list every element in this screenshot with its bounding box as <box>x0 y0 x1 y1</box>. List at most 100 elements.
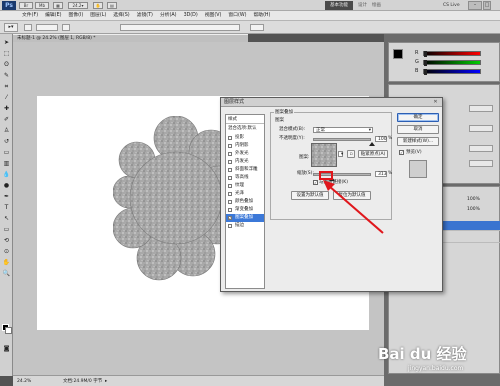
align-buttons-group[interactable] <box>120 24 240 31</box>
style-item-checkbox[interactable] <box>228 168 232 172</box>
dodge-tool-icon[interactable]: ● <box>2 181 11 190</box>
panel-button-1[interactable] <box>469 105 493 112</box>
snap-to-origin-button[interactable]: 贴紧原点(A) <box>358 150 388 158</box>
blend-mode-select[interactable]: 正常 ▾ <box>313 127 373 133</box>
blur-tool-icon[interactable]: 💧 <box>2 170 11 179</box>
move-tool-icon[interactable]: ➤ <box>2 38 11 47</box>
dialog-close-button[interactable]: ✕ <box>431 99 440 106</box>
opacity-slider-handle[interactable] <box>369 142 375 146</box>
zoom-tool-icon[interactable]: 🔍 <box>2 269 11 278</box>
clone-stamp-tool-icon[interactable]: ♙ <box>2 126 11 135</box>
status-arrow-icon[interactable]: ▸ <box>105 376 107 386</box>
menu-window[interactable]: 窗口(W) <box>226 11 248 20</box>
scale-input[interactable]: 313 <box>375 171 387 177</box>
style-item[interactable]: ✓ 图案叠加 <box>226 214 264 222</box>
style-item[interactable]: 内发光 <box>226 158 264 166</box>
gradient-tool-icon[interactable]: ▥ <box>2 159 11 168</box>
document-tab[interactable]: 未标题-1 @ 24.2% (图层 1, RGB/8) * <box>13 34 248 42</box>
pattern-swatch[interactable] <box>311 143 337 167</box>
blue-slider[interactable] <box>423 69 481 75</box>
marquee-tool-icon[interactable]: ⬚ <box>2 49 11 58</box>
style-item[interactable]: 投影 <box>226 134 264 142</box>
minimize-button[interactable]: – <box>468 1 482 10</box>
workspace-essentials-button[interactable]: 基本功能 <box>325 1 353 10</box>
style-item[interactable]: 斜面和浮雕 <box>226 166 264 174</box>
style-item[interactable]: 内阴影 <box>226 142 264 150</box>
auto-select-dropdown[interactable] <box>36 24 58 31</box>
menu-layer[interactable]: 图层(L) <box>88 11 108 20</box>
style-item-checkbox[interactable] <box>228 224 232 228</box>
eyedropper-tool-icon[interactable]: ⁄ <box>2 93 11 102</box>
pattern-picker-arrow[interactable]: ▾ <box>338 151 343 157</box>
menu-edit[interactable]: 编辑(E) <box>43 11 63 20</box>
style-item-checkbox[interactable] <box>228 160 232 164</box>
style-item-checkbox[interactable] <box>228 200 232 204</box>
preview-checkbox[interactable]: ✓ <box>399 150 404 155</box>
3d-camera-tool-icon[interactable]: ⊙ <box>2 247 11 256</box>
workspace-painting[interactable]: 绘画 <box>372 1 381 10</box>
style-item-checkbox[interactable]: ✓ <box>228 216 232 220</box>
lasso-tool-icon[interactable]: ʘ <box>2 60 11 69</box>
style-item[interactable]: 外发光 <box>226 150 264 158</box>
zoom-level-dropdown[interactable]: 24.2▾ <box>68 2 88 9</box>
hand-tool-icon-2[interactable]: ✋ <box>2 258 11 267</box>
style-item-checkbox[interactable] <box>228 152 232 156</box>
red-slider[interactable] <box>423 51 481 57</box>
menu-view[interactable]: 视图(V) <box>203 11 224 20</box>
move-tool-preset[interactable]: ▸▾ <box>4 23 18 32</box>
menu-filter[interactable]: 滤镜(T) <box>135 11 155 20</box>
cancel-button[interactable]: 取消 <box>397 125 439 134</box>
style-item[interactable]: 光泽 <box>226 190 264 198</box>
style-item[interactable]: 纹理 <box>226 182 264 190</box>
styles-list-header[interactable]: 样式 <box>226 115 264 124</box>
style-item-checkbox[interactable] <box>228 192 232 196</box>
crop-tool-icon[interactable]: ⌗ <box>2 82 11 91</box>
type-tool-icon[interactable]: T <box>2 203 11 212</box>
shape-tool-icon[interactable]: ▭ <box>2 225 11 234</box>
layer-opacity-value[interactable]: 100% <box>467 197 480 202</box>
blend-options-item[interactable]: 混合选项:默认 <box>226 125 264 133</box>
transform-controls-checkbox[interactable] <box>62 24 70 31</box>
pen-tool-icon[interactable]: ✒ <box>2 192 11 201</box>
opacity-slider[interactable] <box>313 138 375 146</box>
new-preset-icon[interactable]: ▫ <box>347 150 355 158</box>
style-item-checkbox[interactable] <box>228 184 232 188</box>
panel-button-3[interactable] <box>469 145 493 152</box>
color-panel-foreground[interactable] <box>393 49 403 59</box>
menu-file[interactable]: 文件(F) <box>20 11 40 20</box>
guides-icon[interactable]: ▦ <box>53 2 63 9</box>
3d-rotate-tool-icon[interactable]: ⟲ <box>2 236 11 245</box>
style-item[interactable]: 描边 <box>226 222 264 230</box>
arrange-documents-icon[interactable]: ▤ <box>107 2 117 9</box>
maximize-button[interactable]: □ <box>483 1 491 10</box>
bridge-icon[interactable]: Br <box>19 2 33 9</box>
path-selection-tool-icon[interactable]: ↖ <box>2 214 11 223</box>
brush-tool-icon[interactable]: ✐ <box>2 115 11 124</box>
style-item-checkbox[interactable] <box>228 176 232 180</box>
3d-mode-button[interactable] <box>250 24 264 31</box>
menu-3d[interactable]: 3D(D) <box>182 11 200 20</box>
zoom-readout[interactable]: 24.2% <box>17 376 31 386</box>
panel-button-2[interactable] <box>469 125 493 132</box>
style-item-checkbox[interactable] <box>228 144 232 148</box>
menu-analysis[interactable]: 分析(A) <box>158 11 179 20</box>
style-item-checkbox[interactable] <box>228 208 232 212</box>
link-with-layer-checkbox[interactable]: ✓ <box>313 180 318 185</box>
cs-live-button[interactable]: CS Live <box>443 1 460 10</box>
menu-help[interactable]: 帮助(H) <box>251 11 272 20</box>
workspace-design[interactable]: 设计 <box>358 1 367 10</box>
new-style-button[interactable]: 新建样式(W)... <box>397 137 439 146</box>
quick-select-tool-icon[interactable]: ✎ <box>2 71 11 80</box>
menu-select[interactable]: 选择(S) <box>111 11 131 20</box>
eraser-tool-icon[interactable]: ▭ <box>2 148 11 157</box>
background-color-swatch[interactable] <box>5 327 12 334</box>
layer-fill-value[interactable]: 100% <box>467 207 480 212</box>
style-item[interactable]: 渐变叠加 <box>226 206 264 214</box>
panel-button-4[interactable] <box>469 160 493 167</box>
healing-brush-tool-icon[interactable]: ✚ <box>2 104 11 113</box>
quick-mask-icon[interactable]: ◙ <box>2 344 11 353</box>
hand-tool-icon[interactable]: ✋ <box>93 2 103 9</box>
style-item-checkbox[interactable] <box>228 136 232 140</box>
ok-button[interactable]: 确定 <box>397 113 439 122</box>
mini-bridge-icon[interactable]: Mb <box>35 2 49 9</box>
